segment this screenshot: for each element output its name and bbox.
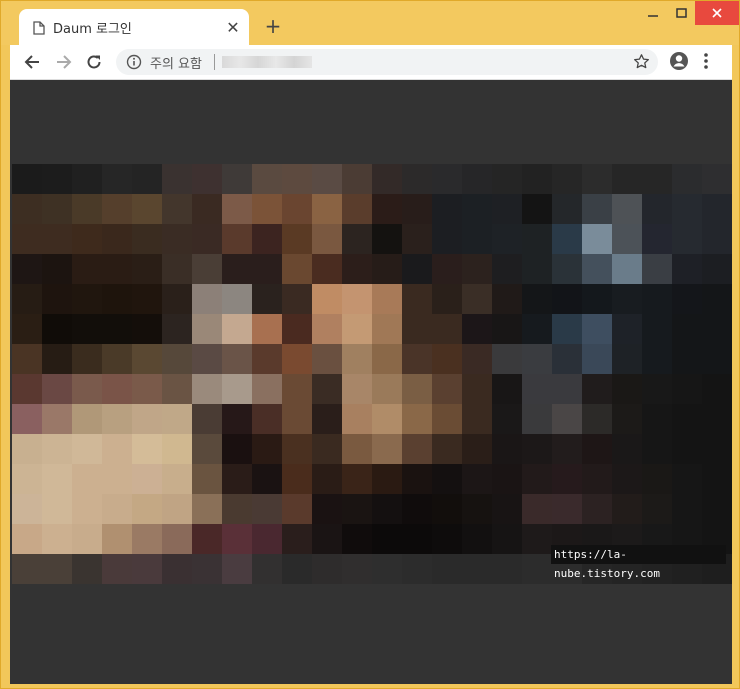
document-icon xyxy=(33,20,45,39)
more-menu-icon[interactable] xyxy=(703,51,709,75)
new-tab-button[interactable]: + xyxy=(263,16,283,36)
watermark-url: https://la-nube.tistory.com xyxy=(551,545,726,580)
close-window-button[interactable] xyxy=(695,1,739,25)
page-content: https://la-nube.tistory.com xyxy=(10,80,732,684)
title-bar: Daum 로그인 ✕ + xyxy=(1,1,739,45)
browser-toolbar: 주의 요함 xyxy=(10,45,732,80)
security-warning-label[interactable]: 주의 요함 xyxy=(150,53,202,72)
forward-button[interactable] xyxy=(52,51,76,73)
tab-title: Daum 로그인 xyxy=(53,22,132,37)
minimize-button[interactable] xyxy=(639,1,667,25)
address-bar[interactable]: 주의 요함 xyxy=(116,49,658,75)
info-icon[interactable] xyxy=(126,54,142,74)
tab-close-button[interactable]: ✕ xyxy=(223,17,243,37)
address-divider xyxy=(214,54,215,70)
bookmark-star-icon[interactable] xyxy=(633,53,650,74)
forward-arrow-icon xyxy=(57,55,72,69)
profile-avatar-icon[interactable] xyxy=(669,51,689,75)
back-button[interactable] xyxy=(20,51,44,73)
blurred-url[interactable] xyxy=(222,56,312,68)
tab-daum-login[interactable]: Daum 로그인 ✕ xyxy=(19,9,249,45)
browser-window: Daum 로그인 ✕ + 주의 요함 https://la-nube.tisto… xyxy=(0,0,740,689)
back-arrow-icon xyxy=(24,55,39,69)
pixelated-image xyxy=(12,164,732,584)
maximize-button[interactable] xyxy=(667,1,695,25)
reload-button[interactable] xyxy=(82,51,106,73)
reload-icon xyxy=(87,55,101,69)
